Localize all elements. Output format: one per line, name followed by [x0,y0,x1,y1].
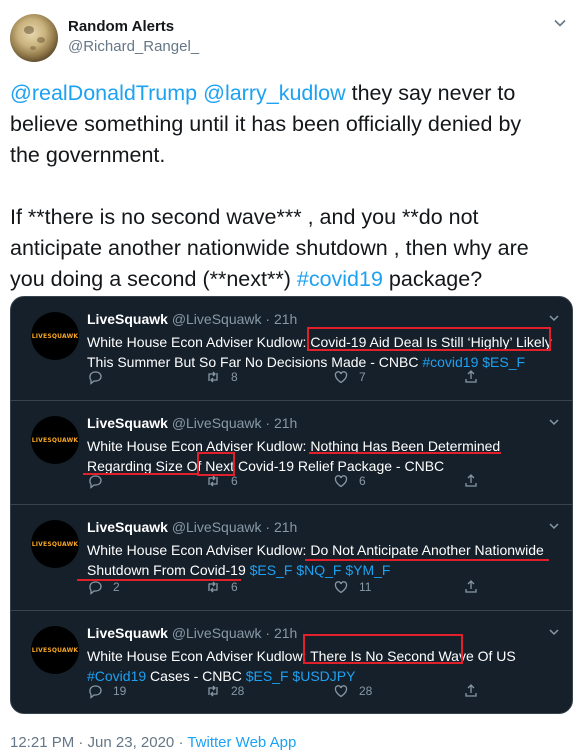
livesquawk-avatar: LIVESQUAWK [31,520,79,568]
livesquawk-avatar: LIVESQUAWK [31,416,79,464]
tweet-footer: 12:21 PM · Jun 23, 2020 · Twitter Web Ap… [10,734,296,751]
embedded-screenshot[interactable]: LIVESQUAWK LiveSquawk @LiveSquawk · 21h … [10,296,573,714]
embedded-meta: @LiveSquawk · 21h [171,625,298,641]
chevron-down-icon [549,629,559,636]
retweet-icon [208,581,218,593]
reply-icon [89,475,102,489]
reply-icon [89,581,102,595]
chevron-down-icon[interactable] [553,16,567,30]
embedded-author-name: LiveSquawk [87,311,168,327]
share-icon [465,474,477,487]
heart-icon [334,475,348,488]
retweet-icon [208,371,218,383]
heart-icon [334,685,348,698]
source-app-link[interactable]: Twitter Web App [187,734,296,751]
reply-icon [89,685,102,699]
author-display-name[interactable]: Random Alerts [68,18,174,35]
mention-link[interactable]: @larry_kudlow [203,81,346,105]
embedded-meta: @LiveSquawk · 21h [171,519,298,535]
timestamp[interactable]: 12:21 PM · Jun 23, 2020 · [10,734,187,751]
embedded-tweet: LIVESQUAWK LiveSquawk @LiveSquawk · 21h … [11,505,572,611]
chevron-down-icon [549,523,559,530]
livesquawk-avatar: LIVESQUAWK [31,626,79,674]
heart-icon [334,581,348,594]
mention-link[interactable]: @realDonaldTrump [10,81,197,105]
author-handle[interactable]: @Richard_Rangel_ [68,38,199,55]
hashtag-link[interactable]: #covid19 [297,267,383,291]
retweet-icon [208,475,218,487]
chevron-down-icon [549,419,559,426]
embedded-tweet-text: White House Econ Adviser Kudlow: Covid-1… [87,334,552,370]
tweet-text: @realDonaldTrump @larry_kudlow they say … [10,81,529,291]
tweet-header: Random Alerts @Richard_Rangel_ [10,12,571,62]
embedded-meta: @LiveSquawk · 21h [171,311,298,327]
embedded-tweet-text: White House Econ Adviser Kudlow: Nothing… [87,438,501,474]
share-icon [465,684,477,697]
embedded-author-name: LiveSquawk [87,625,168,641]
share-icon [465,580,477,593]
embedded-tweet: LIVESQUAWK LiveSquawk @LiveSquawk · 21h … [11,401,572,505]
author-avatar[interactable] [10,14,58,62]
embedded-author-name: LiveSquawk [87,415,168,431]
embedded-tweet-text: White House Econ Adviser Kudlow: Do Not … [87,542,544,578]
embedded-meta: @LiveSquawk · 21h [171,415,298,431]
chevron-down-icon [549,315,559,322]
reply-icon [89,371,102,385]
heart-icon [334,371,348,384]
embedded-tweet-text: White House Econ Adviser Kudlow: There I… [87,648,516,684]
embedded-tweet: LIVESQUAWK LiveSquawk @LiveSquawk · 21h … [11,611,572,713]
retweet-icon [208,685,218,697]
embedded-author-name: LiveSquawk [87,519,168,535]
livesquawk-avatar: LIVESQUAWK [31,312,79,360]
share-icon [465,370,477,383]
embedded-tweet: LIVESQUAWK LiveSquawk @LiveSquawk · 21h … [11,297,572,401]
